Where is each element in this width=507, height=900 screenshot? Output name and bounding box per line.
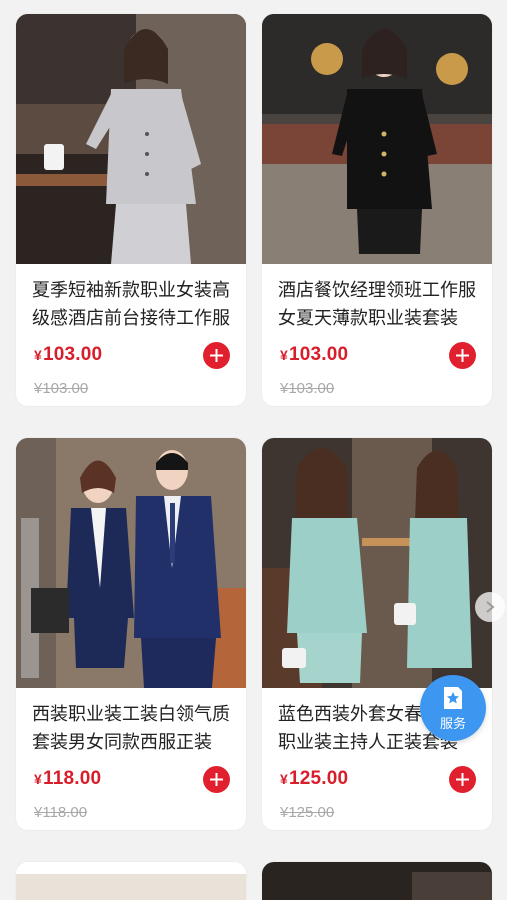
product-image[interactable] <box>262 14 492 264</box>
product-image[interactable] <box>16 862 246 900</box>
product-card[interactable]: 夏季短袖新款职业女装高级感酒店前台接待工作服 ¥103.00 ¥103.00 <box>16 14 246 406</box>
couple-navy-suits-photo <box>16 438 246 688</box>
product-price: ¥103.00 <box>34 344 103 365</box>
price-row: ¥103.00 <box>278 342 476 372</box>
woman-black-suit-photo <box>262 14 492 264</box>
service-button[interactable]: 服务 <box>420 675 486 741</box>
product-card[interactable]: 蓝色西装外套女春秋高端职业装主持人正装套装 ¥125.00 ¥125.00 <box>262 438 492 830</box>
product-image[interactable] <box>262 438 492 688</box>
plus-icon <box>456 773 469 786</box>
product-card[interactable]: 酒店餐饮经理领班工作服女夏天薄款职业装套装 ¥103.00 ¥103.00 <box>262 14 492 406</box>
original-price: ¥103.00 <box>280 380 335 397</box>
original-price: ¥118.00 <box>34 804 88 821</box>
arrow-right-icon <box>486 601 495 613</box>
original-price: ¥125.00 <box>280 804 335 821</box>
price-row: ¥125.00 <box>278 766 476 796</box>
product-image[interactable] <box>262 862 492 900</box>
plus-icon <box>456 349 469 362</box>
plus-icon <box>210 773 223 786</box>
add-to-cart-button[interactable] <box>203 342 230 369</box>
woman-grey-suit-photo <box>16 14 246 264</box>
product-image[interactable] <box>16 438 246 688</box>
product-card[interactable] <box>262 862 492 900</box>
product-title[interactable]: 酒店餐饮经理领班工作服女夏天薄款职业装套装 <box>278 276 476 332</box>
product-title[interactable]: 西装职业装工装白领气质套装男女同款西服正装 <box>32 700 230 756</box>
add-to-cart-button[interactable] <box>449 342 476 369</box>
product-photo-partial <box>262 862 492 900</box>
product-price: ¥118.00 <box>34 768 102 789</box>
price-row: ¥103.00 <box>32 342 230 372</box>
service-label: 服务 <box>439 715 466 731</box>
product-image[interactable] <box>16 14 246 264</box>
service-star-icon <box>444 686 462 709</box>
product-price: ¥103.00 <box>280 344 349 365</box>
product-card[interactable] <box>16 862 246 900</box>
add-to-cart-button[interactable] <box>203 766 230 793</box>
product-title[interactable]: 夏季短袖新款职业女装高级感酒店前台接待工作服 <box>32 276 230 332</box>
price-row: ¥118.00 <box>32 766 230 796</box>
product-card[interactable]: 西装职业装工装白领气质套装男女同款西服正装 ¥118.00 ¥118.00 <box>16 438 246 830</box>
woman-mint-blazer-photo <box>262 438 492 688</box>
product-price: ¥125.00 <box>280 768 349 789</box>
plus-icon <box>210 349 223 362</box>
product-list-page: 夏季短袖新款职业女装高级感酒店前台接待工作服 ¥103.00 ¥103.00 酒… <box>0 0 507 900</box>
add-to-cart-button[interactable] <box>449 766 476 793</box>
scroll-right-button[interactable] <box>475 592 505 622</box>
product-photo-partial <box>16 862 246 900</box>
original-price: ¥103.00 <box>34 380 89 397</box>
